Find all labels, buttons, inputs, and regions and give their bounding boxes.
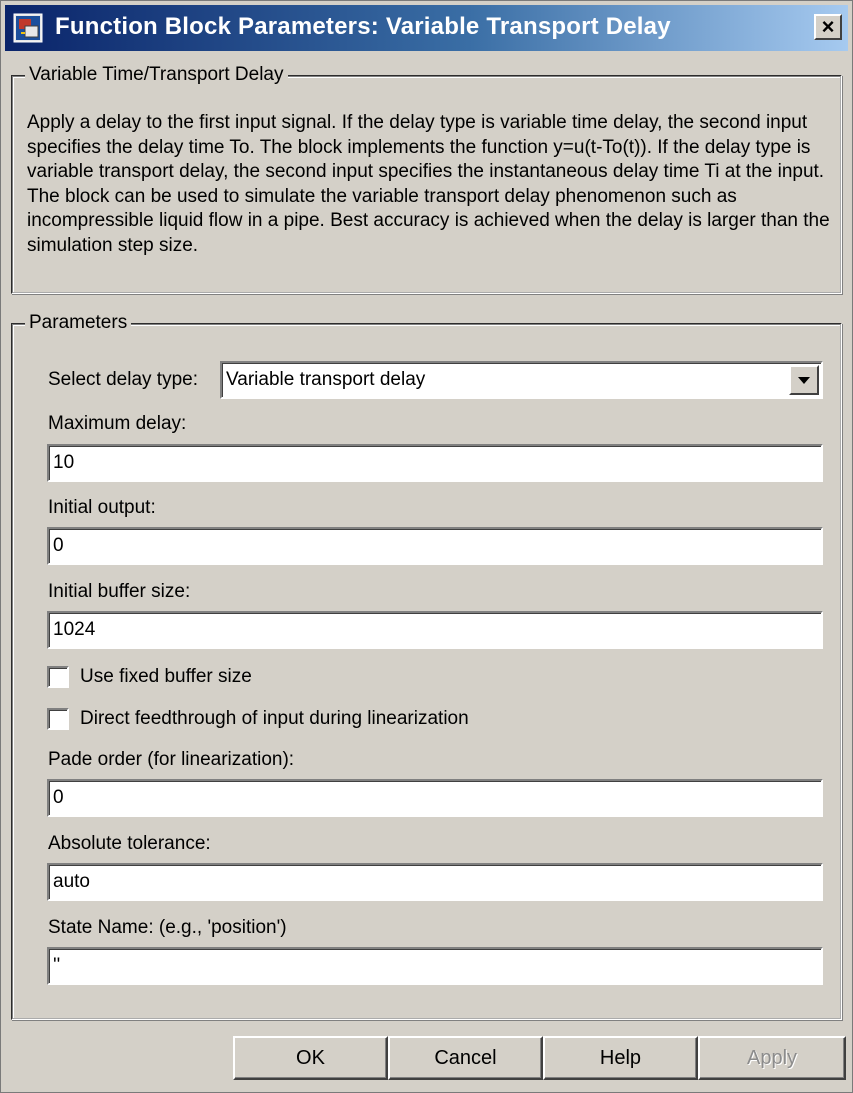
close-icon: × bbox=[821, 14, 835, 39]
pade-order-input[interactable]: 0 bbox=[47, 779, 823, 817]
delay-type-dropdown[interactable]: Variable transport delay bbox=[220, 361, 823, 399]
dialog-window: Function Block Parameters: Variable Tran… bbox=[0, 0, 853, 1093]
initial-output-input[interactable]: 0 bbox=[47, 527, 823, 565]
apply-button[interactable]: Apply bbox=[698, 1036, 846, 1080]
close-button[interactable]: × bbox=[814, 14, 842, 40]
fixed-buffer-checkbox[interactable] bbox=[47, 666, 69, 688]
fixed-buffer-label[interactable]: Use fixed buffer size bbox=[80, 666, 252, 688]
pade-order-label: Pade order (for linearization): bbox=[48, 749, 295, 770]
title-bar[interactable]: Function Block Parameters: Variable Tran… bbox=[5, 5, 848, 51]
description-group-title: Variable Time/Transport Delay bbox=[25, 64, 288, 86]
help-button[interactable]: Help bbox=[543, 1036, 698, 1080]
ok-button[interactable]: OK bbox=[233, 1036, 388, 1080]
direct-feedthrough-label[interactable]: Direct feedthrough of input during linea… bbox=[80, 708, 469, 730]
state-name-input[interactable]: '' bbox=[47, 947, 823, 985]
delay-type-value: Variable transport delay bbox=[226, 369, 426, 390]
description-group: Variable Time/Transport Delay Apply a de… bbox=[11, 64, 842, 294]
parameters-group-title: Parameters bbox=[25, 312, 132, 334]
abs-tol-input[interactable]: auto bbox=[47, 863, 823, 901]
block-description: Apply a delay to the first input signal.… bbox=[27, 112, 830, 256]
cancel-button[interactable]: Cancel bbox=[388, 1036, 543, 1080]
buffer-size-input[interactable]: 1024 bbox=[47, 611, 823, 649]
max-delay-input[interactable]: 10 bbox=[47, 444, 823, 482]
initial-output-label: Initial output: bbox=[48, 497, 156, 518]
delay-type-label: Select delay type: bbox=[48, 369, 198, 390]
simulink-block-icon bbox=[13, 13, 43, 43]
state-name-label: State Name: (e.g., 'position') bbox=[48, 917, 287, 938]
direct-feedthrough-checkbox[interactable] bbox=[47, 708, 69, 730]
buffer-size-label: Initial buffer size: bbox=[48, 581, 191, 602]
max-delay-label: Maximum delay: bbox=[48, 413, 187, 434]
abs-tol-label: Absolute tolerance: bbox=[48, 833, 211, 854]
window-title: Function Block Parameters: Variable Tran… bbox=[55, 13, 671, 40]
chevron-down-icon[interactable] bbox=[789, 365, 819, 395]
